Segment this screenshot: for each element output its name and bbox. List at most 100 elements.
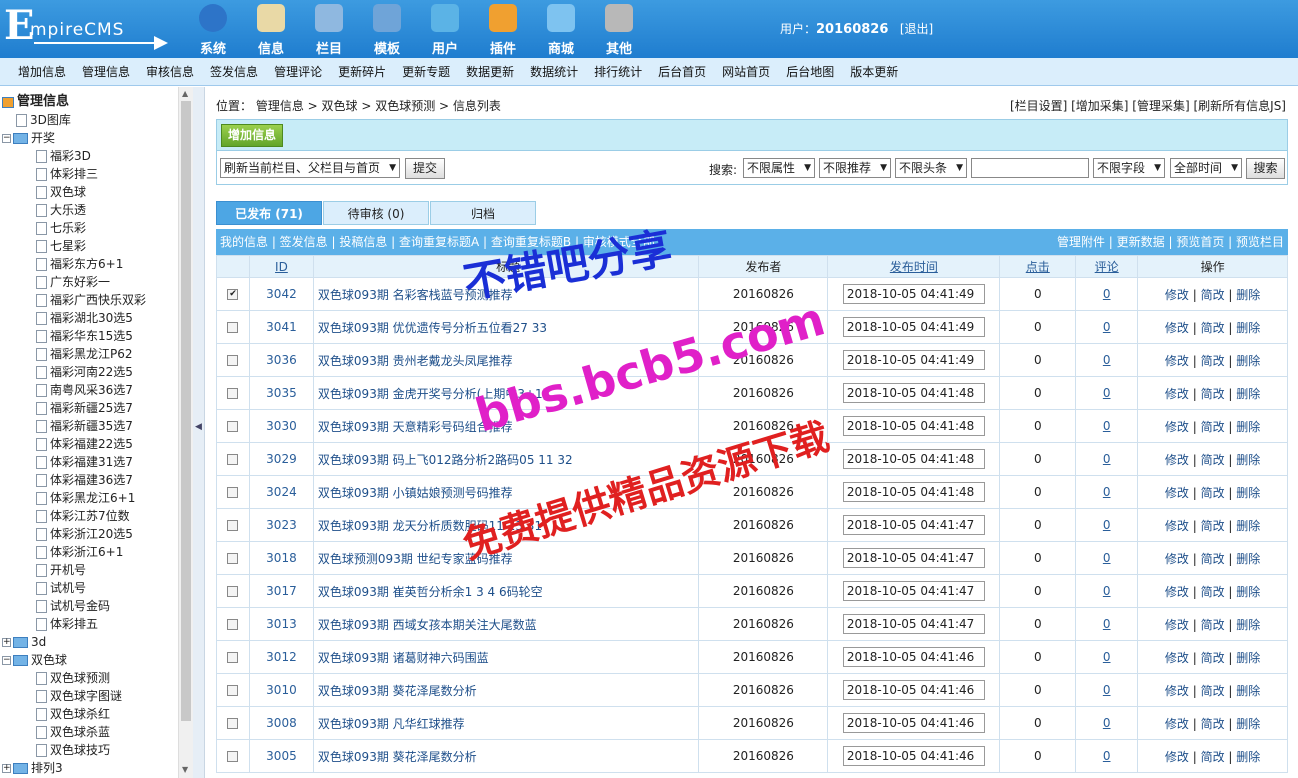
row-time-input[interactable]: 2018-10-05 04:41:48 — [842, 449, 985, 469]
subnav-item-7[interactable]: 数据更新 — [458, 58, 522, 85]
row-title[interactable]: 双色球093期 诸葛财神六码围蓝 — [312, 640, 700, 674]
tree-node[interactable]: 体彩排三 — [36, 165, 98, 183]
tree-node[interactable]: 双色球杀蓝 — [36, 723, 110, 741]
main-menu-item-0[interactable]: 系统 — [184, 0, 242, 58]
scroll-up-icon[interactable]: ▲ — [182, 89, 188, 98]
tree-node[interactable]: +3d — [2, 633, 46, 651]
tree-node[interactable]: 体彩福建22选5 — [36, 435, 133, 453]
time-select[interactable]: 全部时间 ▼ — [1170, 158, 1242, 178]
row-title[interactable]: 双色球093期 葵花泽尾数分析 — [312, 673, 700, 707]
main-menu-item-7[interactable]: 其他 — [590, 0, 648, 58]
row-del-link[interactable]: 删除 — [1236, 354, 1260, 368]
header-time-label[interactable]: 发布时间 — [890, 260, 938, 274]
header-comments[interactable]: 评论 — [1075, 255, 1139, 278]
row-simple-link[interactable]: 简改 — [1201, 453, 1225, 467]
sidebar-splitter[interactable]: ◀ — [193, 87, 205, 778]
subnav-item-0[interactable]: 增加信息 — [10, 58, 74, 85]
row-edit-link[interactable]: 修改 — [1165, 354, 1189, 368]
tree-node[interactable]: 福彩华东15选5 — [36, 327, 133, 345]
row-time-input[interactable]: 2018-10-05 04:41:47 — [842, 614, 985, 634]
row-time-input[interactable]: 2018-10-05 04:41:46 — [842, 647, 985, 667]
tree-node[interactable]: 福彩广西快乐双彩 — [36, 291, 146, 309]
row-edit-link[interactable]: 修改 — [1165, 651, 1189, 665]
row-del-link[interactable]: 删除 — [1236, 420, 1260, 434]
row-time-input[interactable]: 2018-10-05 04:41:47 — [842, 548, 985, 568]
row-title[interactable]: 双色球093期 龙天分析质数胆码11 23 31 — [312, 508, 700, 542]
tree-node[interactable]: 体彩浙江6+1 — [36, 543, 123, 561]
row-del-link[interactable]: 删除 — [1236, 651, 1260, 665]
row-comments-link[interactable]: 0 — [1103, 650, 1111, 664]
row-simple-link[interactable]: 简改 — [1201, 585, 1225, 599]
row-checkbox[interactable] — [227, 751, 239, 762]
tree-node[interactable]: 双色球技巧 — [36, 741, 110, 759]
row-edit-link[interactable]: 修改 — [1165, 618, 1189, 632]
tree-node[interactable]: 管理信息 — [2, 93, 69, 111]
row-comments-link[interactable]: 0 — [1103, 287, 1111, 301]
expand-icon[interactable]: + — [2, 637, 11, 647]
tree-node[interactable]: + 排列3 — [2, 759, 63, 777]
row-checkbox[interactable] — [227, 388, 239, 399]
row-simple-link[interactable]: 简改 — [1201, 717, 1225, 731]
subnav-item-11[interactable]: 网站首页 — [714, 58, 778, 85]
scroll-down-icon[interactable]: ▼ — [182, 765, 188, 774]
row-title[interactable]: 双色球093期 天意精彩号码组合推荐 — [312, 409, 700, 443]
row-title[interactable]: 双色球093期 西域女孩本期关注大尾数蓝 — [312, 607, 700, 641]
row-checkbox[interactable] — [227, 454, 239, 465]
row-checkbox[interactable] — [227, 322, 239, 333]
tree-node[interactable]: 大乐透 — [36, 201, 86, 219]
empirecms-logo[interactable]: E mpireCMS — [4, 6, 169, 50]
main-menu-item-6[interactable]: 商城 — [532, 0, 590, 58]
row-comments-link[interactable]: 0 — [1103, 551, 1111, 565]
row-checkbox[interactable] — [227, 586, 239, 597]
row-time-input[interactable]: 2018-10-05 04:41:47 — [842, 515, 985, 535]
row-simple-link[interactable]: 简改 — [1201, 420, 1225, 434]
tree-node[interactable]: 福彩东方6+1 — [36, 255, 123, 273]
row-edit-link[interactable]: 修改 — [1165, 453, 1189, 467]
tree-node[interactable]: − 开奖 — [2, 129, 55, 147]
logout-link[interactable]: [退出] — [900, 22, 933, 36]
subnav-item-10[interactable]: 后台首页 — [650, 58, 714, 85]
row-simple-link[interactable]: 简改 — [1201, 321, 1225, 335]
row-comments-link[interactable]: 0 — [1103, 485, 1111, 499]
tree-node[interactable]: 双色球杀红 — [36, 705, 110, 723]
submit-button[interactable]: 提交 — [405, 158, 445, 179]
row-title[interactable]: 双色球093期 金虎开奖号分析(上期中3+1) — [312, 376, 700, 410]
row-del-link[interactable]: 删除 — [1236, 387, 1260, 401]
subnav-item-2[interactable]: 审核信息 — [138, 58, 202, 85]
tree-node[interactable]: 体彩黑龙江6+1 — [36, 489, 135, 507]
row-time-input[interactable]: 2018-10-05 04:41:46 — [842, 713, 985, 733]
subnav-item-12[interactable]: 后台地图 — [778, 58, 842, 85]
main-menu-item-2[interactable]: 栏目 — [300, 0, 358, 58]
subnav-item-1[interactable]: 管理信息 — [74, 58, 138, 85]
row-edit-link[interactable]: 修改 — [1165, 585, 1189, 599]
search-input[interactable] — [971, 158, 1089, 178]
row-checkbox[interactable]: ✔ — [227, 289, 239, 300]
row-checkbox[interactable] — [227, 355, 239, 366]
row-del-link[interactable]: 删除 — [1236, 321, 1260, 335]
main-menu-item-1[interactable]: 信息 — [242, 0, 300, 58]
row-checkbox[interactable] — [227, 718, 239, 729]
row-time-input[interactable]: 2018-10-05 04:41:48 — [842, 416, 985, 436]
row-comments-link[interactable]: 0 — [1103, 716, 1111, 730]
row-simple-link[interactable]: 简改 — [1201, 519, 1225, 533]
row-del-link[interactable]: 删除 — [1236, 618, 1260, 632]
row-comments-link[interactable]: 0 — [1103, 419, 1111, 433]
row-time-input[interactable]: 2018-10-05 04:41:49 — [842, 350, 985, 370]
row-simple-link[interactable]: 简改 — [1201, 651, 1225, 665]
row-comments-link[interactable]: 0 — [1103, 749, 1111, 763]
row-time-input[interactable]: 2018-10-05 04:41:49 — [842, 317, 985, 337]
tree-node[interactable]: 七星彩 — [36, 237, 86, 255]
search-button[interactable]: 搜索 — [1246, 158, 1285, 179]
row-del-link[interactable]: 删除 — [1236, 519, 1260, 533]
row-simple-link[interactable]: 简改 — [1201, 288, 1225, 302]
header-comments-label[interactable]: 评论 — [1095, 260, 1119, 274]
row-edit-link[interactable]: 修改 — [1165, 321, 1189, 335]
row-comments-link[interactable]: 0 — [1103, 683, 1111, 697]
row-simple-link[interactable]: 简改 — [1201, 486, 1225, 500]
breadcrumb-path[interactable]: 管理信息 > 双色球 > 双色球预测 > 信息列表 — [256, 99, 501, 113]
row-edit-link[interactable]: 修改 — [1165, 420, 1189, 434]
row-title[interactable]: 双色球093期 优优遗传号分析五位看27 33 — [312, 310, 700, 344]
field-select[interactable]: 不限字段 ▼ — [1093, 158, 1165, 178]
row-simple-link[interactable]: 简改 — [1201, 684, 1225, 698]
row-checkbox[interactable] — [227, 652, 239, 663]
